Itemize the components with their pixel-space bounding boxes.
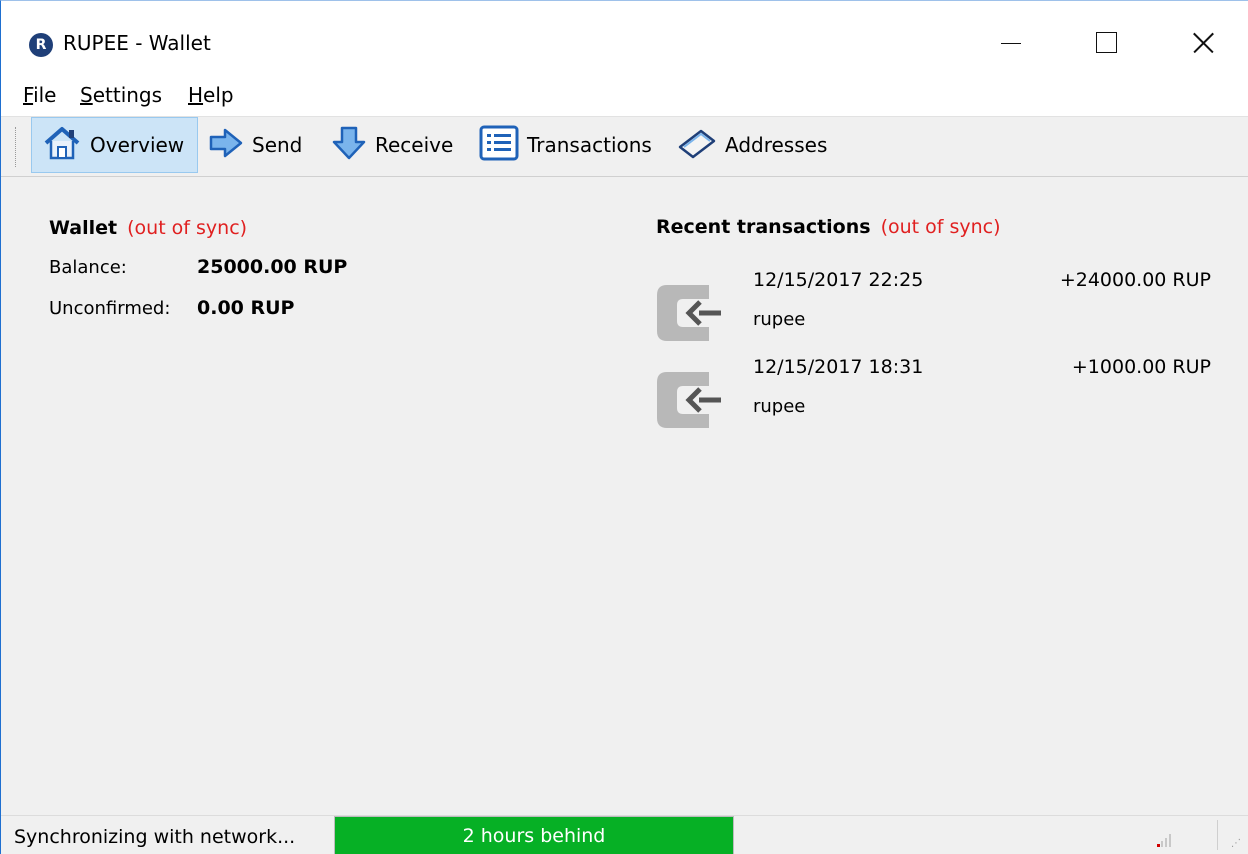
tab-overview-label: Overview — [90, 133, 185, 157]
tab-receive-label: Receive — [375, 133, 454, 157]
maximize-button[interactable] — [1075, 21, 1135, 65]
transaction-row[interactable]: 12/15/2017 22:25 rupee +24000.00 RUP — [653, 269, 1219, 353]
transaction-amount: +1000.00 RUP — [1071, 356, 1211, 378]
unconfirmed-value: 0.00 RUP — [197, 297, 295, 319]
home-icon — [42, 125, 82, 166]
recent-sync-warning[interactable]: (out of sync) — [881, 216, 1001, 238]
tab-send[interactable]: Send — [208, 117, 302, 173]
minimize-button[interactable] — [981, 21, 1041, 65]
menu-settings[interactable]: Settings — [80, 83, 162, 107]
balance-label: Balance: — [49, 257, 127, 278]
send-arrow-icon — [208, 127, 244, 164]
transaction-date: 12/15/2017 18:31 — [753, 356, 924, 378]
sync-status-text: Synchronizing with network... — [14, 826, 296, 848]
balance-value: 25000.00 RUP — [197, 256, 348, 278]
tab-overview[interactable]: Overview — [31, 117, 198, 173]
recent-transactions-heading: Recent transactions (out of sync) — [656, 216, 1001, 238]
list-icon — [479, 125, 519, 166]
toolbar-grip[interactable] — [15, 127, 18, 167]
tab-transactions[interactable]: Transactions — [479, 117, 652, 173]
unconfirmed-label: Unconfirmed: — [49, 298, 171, 319]
toolbar: Overview Send Receive Transactions Addre… — [1, 117, 1248, 177]
status-separator — [1217, 820, 1218, 850]
title-bar[interactable]: R RUPEE - Wallet — [1, 1, 1248, 65]
close-button[interactable] — [1171, 21, 1231, 65]
transaction-label: rupee — [753, 396, 806, 417]
wallet-title: Wallet — [49, 217, 118, 239]
wallet-window: R RUPEE - Wallet File Settings Help Over… — [0, 0, 1248, 854]
menu-help[interactable]: Help — [188, 83, 234, 107]
tab-send-label: Send — [252, 133, 303, 157]
tab-transactions-label: Transactions — [527, 133, 652, 157]
window-title: RUPEE - Wallet — [63, 31, 211, 55]
transaction-date: 12/15/2017 22:25 — [753, 269, 924, 291]
status-bar: Synchronizing with network... 2 hours be… — [1, 815, 1248, 854]
received-icon — [653, 368, 725, 436]
address-book-icon — [677, 127, 717, 164]
tab-addresses-label: Addresses — [725, 133, 828, 157]
tab-addresses[interactable]: Addresses — [677, 117, 827, 173]
sync-progress-text: 2 hours behind — [462, 825, 606, 847]
sync-progress-bar: 2 hours behind — [334, 816, 734, 854]
wallet-heading: Wallet (out of sync) — [49, 217, 247, 239]
transaction-amount: +24000.00 RUP — [1059, 269, 1211, 291]
received-icon — [653, 281, 725, 349]
resize-grip-icon[interactable]: ⋰ — [1231, 838, 1241, 849]
transaction-label: rupee — [753, 309, 806, 330]
recent-transactions-title: Recent transactions — [656, 216, 871, 238]
tab-receive[interactable]: Receive — [331, 117, 453, 173]
menu-bar: File Settings Help — [1, 65, 1248, 117]
receive-arrow-icon — [331, 125, 367, 166]
menu-file[interactable]: File — [23, 83, 56, 107]
wallet-sync-warning[interactable]: (out of sync) — [127, 217, 247, 239]
rupee-logo-icon: R — [29, 33, 53, 57]
transaction-row[interactable]: 12/15/2017 18:31 rupee +1000.00 RUP — [653, 356, 1219, 440]
network-signal-icon[interactable] — [1157, 832, 1173, 851]
